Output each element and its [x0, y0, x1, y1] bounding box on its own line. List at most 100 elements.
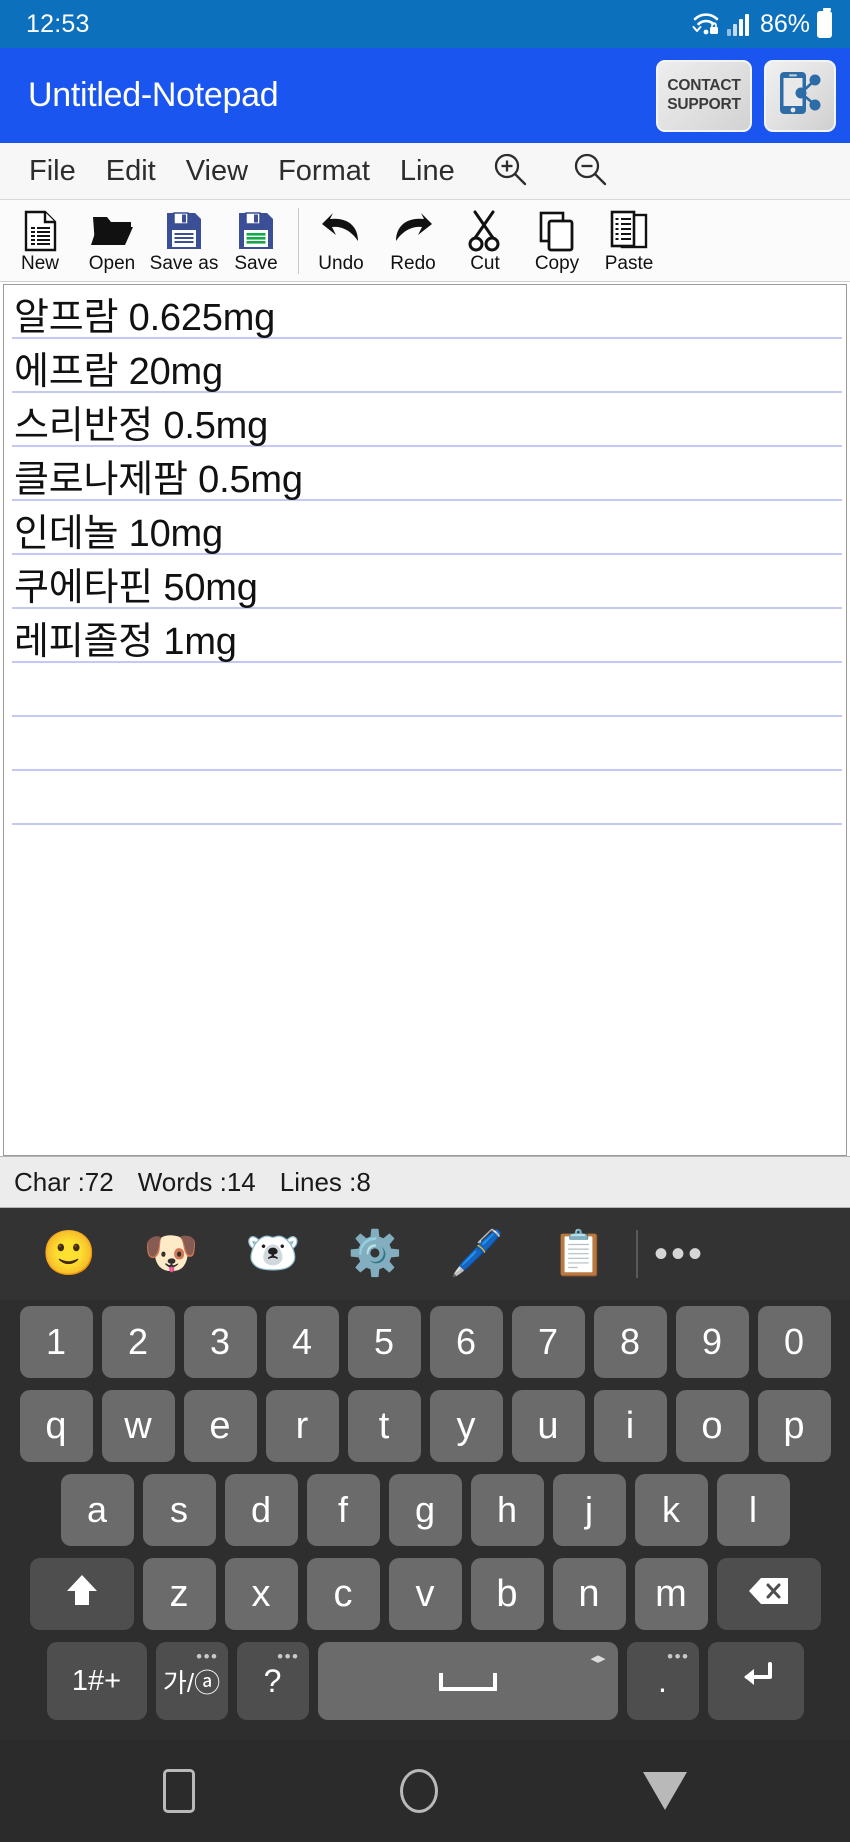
menu-item-line[interactable]: Line	[385, 155, 470, 188]
space-cursor-arrows-icon: ◂▸	[590, 1650, 606, 1667]
home-circle-icon[interactable]	[399, 1769, 438, 1813]
new-button-label: New	[20, 252, 59, 274]
key-0[interactable]: 0	[757, 1306, 831, 1378]
key-s[interactable]: s	[142, 1474, 216, 1546]
handwriting-pen-icon[interactable]: 🖊️	[426, 1232, 528, 1276]
keyboard-toolbar: 🙂 🐶 🐻‍❄️ ⚙️ 🖊️ 📋 •••	[0, 1208, 850, 1300]
key-2[interactable]: 2	[101, 1306, 175, 1378]
text-editor[interactable]: 알프람 0.625mg 에프람 20mg 스리반정 0.5mg 클로나제팜 0.…	[3, 284, 847, 1156]
contact-support-button[interactable]: CONTACT SUPPORT	[656, 59, 752, 132]
key-q[interactable]: q	[19, 1390, 93, 1462]
key-h[interactable]: h	[470, 1474, 544, 1546]
cut-button[interactable]: Cut	[449, 209, 521, 273]
toolbar-divider	[298, 207, 299, 274]
key-dots-indicator: •••	[196, 1647, 219, 1666]
settings-gear-icon[interactable]: ⚙️	[324, 1232, 426, 1276]
key-c[interactable]: c	[306, 1558, 380, 1630]
keyboard-row-qwerty: q w e r t y u i o p	[4, 1390, 846, 1462]
key-v[interactable]: v	[388, 1558, 462, 1630]
share-phone-icon	[777, 68, 823, 123]
period-key[interactable]: . •••	[626, 1642, 699, 1720]
ar-emoji-dog-icon[interactable]: 🐶	[120, 1232, 222, 1276]
key-g[interactable]: g	[388, 1474, 462, 1546]
key-n[interactable]: n	[552, 1558, 626, 1630]
key-o[interactable]: o	[675, 1390, 749, 1462]
undo-arrow-icon	[320, 209, 362, 253]
key-m[interactable]: m	[634, 1558, 708, 1630]
keyboard-more-button[interactable]: •••	[654, 1232, 705, 1277]
key-x[interactable]: x	[224, 1558, 298, 1630]
menu-item-view[interactable]: View	[171, 155, 263, 188]
redo-button[interactable]: Redo	[377, 209, 449, 273]
symbols-key[interactable]: 1#+	[46, 1642, 147, 1720]
key-k[interactable]: k	[634, 1474, 708, 1546]
zoom-in-button[interactable]	[470, 151, 550, 192]
sticker-polar-bear-icon[interactable]: 🐻‍❄️	[222, 1232, 324, 1276]
status-bar: 12:53 86%	[0, 0, 850, 48]
key-1[interactable]: 1	[19, 1306, 93, 1378]
key-5[interactable]: 5	[347, 1306, 421, 1378]
key-7[interactable]: 7	[511, 1306, 585, 1378]
backspace-icon	[748, 1573, 790, 1615]
key-dots-indicator: •••	[277, 1647, 300, 1666]
key-e[interactable]: e	[183, 1390, 257, 1462]
key-u[interactable]: u	[511, 1390, 585, 1462]
key-4[interactable]: 4	[265, 1306, 339, 1378]
new-document-icon	[22, 209, 58, 253]
key-i[interactable]: i	[593, 1390, 667, 1462]
save-as-button[interactable]: Save as	[148, 209, 220, 273]
key-8[interactable]: 8	[593, 1306, 667, 1378]
key-y[interactable]: y	[429, 1390, 503, 1462]
key-d[interactable]: d	[224, 1474, 298, 1546]
text-line: 인데놀 10mg	[14, 513, 223, 555]
copy-button-label: Copy	[534, 252, 580, 274]
menu-item-file[interactable]: File	[14, 155, 91, 188]
toolbar-group-file: New Open Save as Save	[4, 209, 292, 273]
key-b[interactable]: b	[470, 1558, 544, 1630]
language-switch-key[interactable]: 가/ⓐ •••	[155, 1642, 228, 1720]
save-button[interactable]: Save	[220, 209, 292, 273]
save-button-label: Save	[234, 252, 278, 274]
key-f[interactable]: f	[306, 1474, 380, 1546]
recents-square-icon[interactable]	[162, 1769, 195, 1813]
shift-key[interactable]	[29, 1558, 134, 1630]
key-l[interactable]: l	[716, 1474, 790, 1546]
open-button[interactable]: Open	[76, 209, 148, 273]
clipboard-icon[interactable]: 📋	[528, 1232, 630, 1276]
key-r[interactable]: r	[265, 1390, 339, 1462]
key-a[interactable]: a	[60, 1474, 134, 1546]
paste-button[interactable]: Paste	[593, 209, 665, 273]
key-w[interactable]: w	[101, 1390, 175, 1462]
keyboard-toolbar-divider	[636, 1230, 638, 1278]
editor-container: 알프람 0.625mg 에프람 20mg 스리반정 0.5mg 클로나제팜 0.…	[0, 282, 850, 1156]
word-count: Words :14	[137, 1166, 256, 1197]
space-key[interactable]: ◂▸	[317, 1642, 618, 1720]
zoom-out-button[interactable]	[550, 151, 630, 192]
key-6[interactable]: 6	[429, 1306, 503, 1378]
key-t[interactable]: t	[347, 1390, 421, 1462]
copy-icon	[538, 209, 576, 253]
app-bar: Untitled-Notepad CONTACT SUPPORT	[0, 48, 850, 143]
new-button[interactable]: New	[4, 209, 76, 273]
undo-button[interactable]: Undo	[305, 209, 377, 273]
backspace-key[interactable]	[716, 1558, 821, 1630]
navigation-bar	[0, 1740, 850, 1842]
key-9[interactable]: 9	[675, 1306, 749, 1378]
copy-button[interactable]: Copy	[521, 209, 593, 273]
share-button[interactable]	[764, 59, 836, 132]
emoji-smiley-icon[interactable]: 🙂	[18, 1232, 120, 1276]
text-lines: 알프람 0.625mg 에프람 20mg 스리반정 0.5mg 클로나제팜 0.…	[4, 285, 846, 669]
key-z[interactable]: z	[142, 1558, 216, 1630]
line-count: Lines :8	[279, 1166, 371, 1197]
key-3[interactable]: 3	[183, 1306, 257, 1378]
enter-key[interactable]	[707, 1642, 804, 1720]
question-key[interactable]: ? •••	[236, 1642, 309, 1720]
phone-screen: 12:53 86% Untitled-Notepad CONTACT SUPPO…	[0, 0, 850, 1842]
menu-item-format[interactable]: Format	[263, 155, 385, 188]
tool-bar: New Open Save as Save Undo Redo Cut Copy…	[0, 200, 850, 282]
key-j[interactable]: j	[552, 1474, 626, 1546]
menu-item-edit[interactable]: Edit	[91, 155, 171, 188]
keyboard-row-numbers: 1 2 3 4 5 6 7 8 9 0	[4, 1306, 846, 1378]
back-triangle-icon[interactable]	[643, 1772, 688, 1810]
key-p[interactable]: p	[757, 1390, 831, 1462]
